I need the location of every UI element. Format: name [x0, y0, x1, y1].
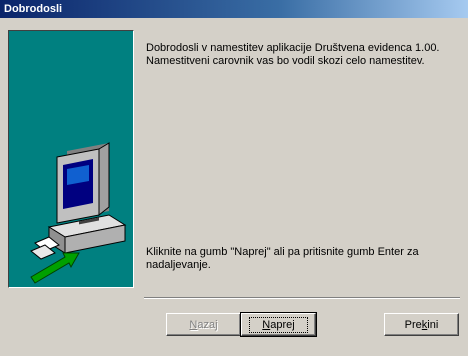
back-button[interactable]: Nazaj	[166, 313, 241, 336]
wizard-side-panel	[8, 30, 134, 288]
welcome-line-2: Namestitveni carovnik vas bo vodil skozi…	[146, 55, 425, 67]
next-button-focus: Naprej	[249, 316, 308, 333]
instruction-line-1: Kliknite na gumb "Naprej" ali pa pritisn…	[146, 246, 419, 258]
welcome-line-1: Dobrodosli v namestitev aplikacije Društ…	[146, 42, 440, 54]
separator-line	[144, 297, 460, 299]
instruction-text: Kliknite na gumb "Naprej" ali pa pritisn…	[146, 246, 456, 272]
next-button[interactable]: Naprej	[240, 312, 317, 337]
instruction-line-2: nadaljevanje.	[146, 259, 211, 271]
welcome-text: Dobrodosli v namestitev aplikacije Društ…	[146, 42, 456, 68]
window-title: Dobrodosli	[0, 0, 468, 18]
cancel-button[interactable]: Pre k ini	[384, 313, 459, 336]
computer-setup-icon	[30, 142, 127, 284]
